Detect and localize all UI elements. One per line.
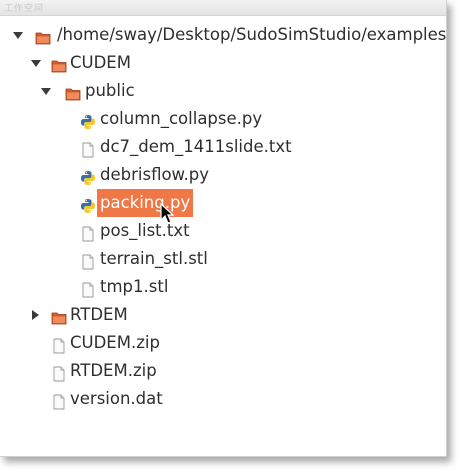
folder-icon: [51, 55, 67, 73]
tree-row[interactable]: debrisflow.py: [0, 161, 446, 189]
tree-item-label: RTDEM: [70, 305, 128, 324]
tree-item-label: debrisflow.py: [100, 165, 210, 184]
tree-item-label: public: [85, 81, 135, 100]
tree-item-label: dc7_dem_1411slide.txt: [100, 137, 292, 156]
text-file-icon: [51, 335, 67, 354]
expander-expanded-icon[interactable]: [13, 32, 23, 39]
python-file-icon: [80, 111, 96, 129]
tree-item-label: /home/sway/Desktop/SudoSimStudio/example…: [57, 25, 447, 44]
tree-row[interactable]: version.dat: [0, 385, 446, 413]
tree-row[interactable]: terrain_stl.stl: [0, 245, 446, 273]
tree-item-label: column_collapse.py: [100, 109, 263, 128]
tree-row[interactable]: RTDEM: [0, 301, 446, 329]
tree-item-label: tmp1.stl: [100, 277, 169, 296]
expander-expanded-icon[interactable]: [31, 60, 41, 67]
folder-icon: [51, 307, 67, 325]
tree-item-label: packing.py: [97, 189, 194, 217]
mouse-cursor-icon: [160, 203, 175, 224]
folder-icon: [35, 27, 51, 45]
tree-item-label: RTDEM.zip: [70, 361, 157, 380]
folder-icon: [65, 83, 81, 101]
expander-expanded-icon[interactable]: [41, 88, 51, 95]
tree-item-label: terrain_stl.stl: [100, 249, 208, 268]
tree-row[interactable]: CUDEM.zip: [0, 329, 446, 357]
expander-collapsed-icon[interactable]: [32, 310, 39, 320]
text-file-icon: [80, 251, 96, 270]
tree-row[interactable]: column_collapse.py: [0, 105, 446, 133]
tree-item-label: version.dat: [70, 389, 163, 408]
tree-row[interactable]: /home/sway/Desktop/SudoSimStudio/example…: [0, 21, 446, 49]
text-file-icon: [51, 363, 67, 382]
text-file-icon: [80, 139, 96, 158]
panel-titlebar[interactable]: 工作空间: [0, 0, 446, 16]
python-file-icon: [80, 195, 96, 213]
tree-item-label: CUDEM.zip: [70, 333, 160, 352]
panel-title: 工作空间: [4, 4, 45, 14]
tree-item-label: pos_list.txt: [100, 221, 190, 240]
text-file-icon: [51, 391, 67, 410]
tree-row[interactable]: dc7_dem_1411slide.txt: [0, 133, 446, 161]
tree-row[interactable]: pos_list.txt: [0, 217, 446, 245]
tree-item-label: CUDEM: [70, 53, 131, 72]
text-file-icon: [80, 279, 96, 298]
tree-row[interactable]: RTDEM.zip: [0, 357, 446, 385]
tree-row[interactable]: public: [0, 77, 446, 105]
file-tree-panel: 工作空间 /home/sway/Desktop/SudoSimStudio/ex…: [0, 0, 447, 457]
tree-row[interactable]: tmp1.stl: [0, 273, 446, 301]
tree-row[interactable]: CUDEM: [0, 49, 446, 77]
text-file-icon: [80, 223, 96, 242]
tree-row[interactable]: packing.py: [0, 189, 446, 217]
python-file-icon: [80, 167, 96, 185]
